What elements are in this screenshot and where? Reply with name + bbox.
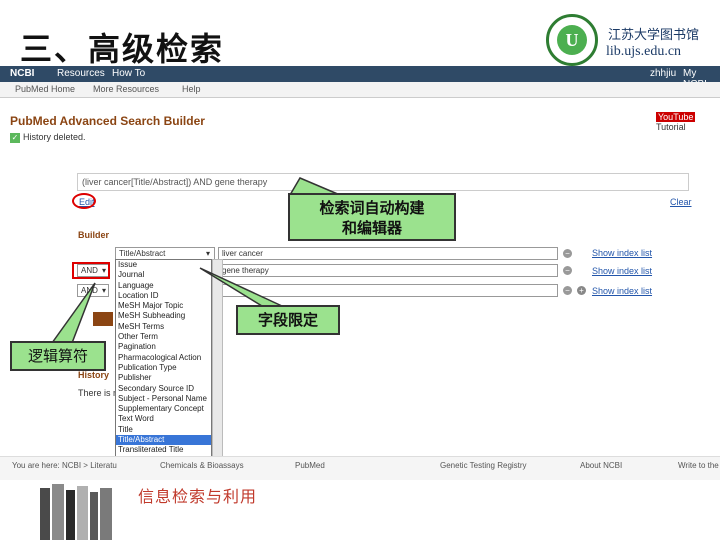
- books-decoration-icon: [40, 484, 112, 540]
- callout-logic-operator: 逻辑算符: [10, 341, 106, 371]
- callout-pointer-operator: [50, 282, 96, 344]
- callout-field-limit: 字段限定: [236, 305, 340, 335]
- callout-pointer-field: [199, 267, 283, 307]
- footer-title: 信息检索与利用: [138, 487, 258, 506]
- callout-auto-build: 检索词自动构建 和编辑器: [288, 193, 456, 241]
